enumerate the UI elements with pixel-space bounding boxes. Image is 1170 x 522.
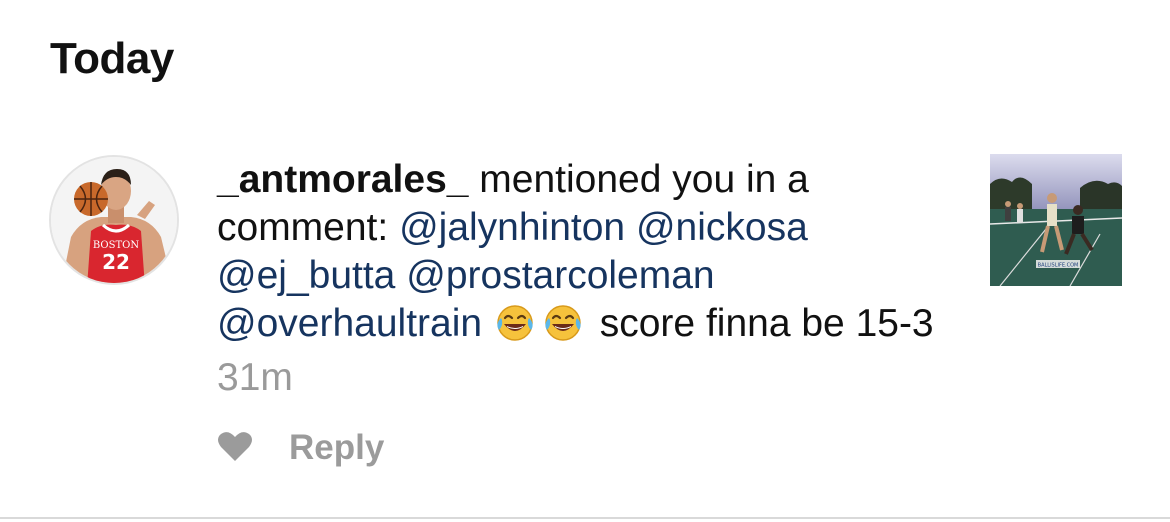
mention-link[interactable]: @overhaultrain <box>217 302 482 345</box>
mention-link[interactable]: @prostarcoleman <box>406 254 714 297</box>
mention-link[interactable]: @jalynhinton <box>399 206 625 249</box>
timestamp: 31m <box>217 356 293 399</box>
section-title-today: Today <box>50 34 174 83</box>
mention-link[interactable]: @nickosa <box>636 206 808 249</box>
username-link[interactable]: _antmorales_ <box>217 158 468 201</box>
jersey-number-text: 22 <box>102 250 130 274</box>
notification-row[interactable]: BOSTON 22 _antmorales_ mentioned you in … <box>0 150 1170 480</box>
watermark-text: BALLISLIFE.COM <box>1038 263 1079 269</box>
heart-icon[interactable] <box>217 430 253 467</box>
notification-text[interactable]: _antmorales_ mentioned you in a comment:… <box>217 156 947 402</box>
face-with-tears-of-joy-icon <box>541 302 585 354</box>
avatar[interactable]: BOSTON 22 <box>49 155 179 285</box>
mention-link[interactable]: @ej_butta <box>217 254 395 297</box>
post-thumbnail[interactable]: BALLISLIFE.COM <box>990 154 1122 286</box>
face-with-tears-of-joy-icon <box>493 302 537 354</box>
divider <box>0 517 1170 519</box>
reply-button[interactable]: Reply <box>289 428 384 468</box>
comment-text: score finna be 15-3 <box>588 302 934 345</box>
